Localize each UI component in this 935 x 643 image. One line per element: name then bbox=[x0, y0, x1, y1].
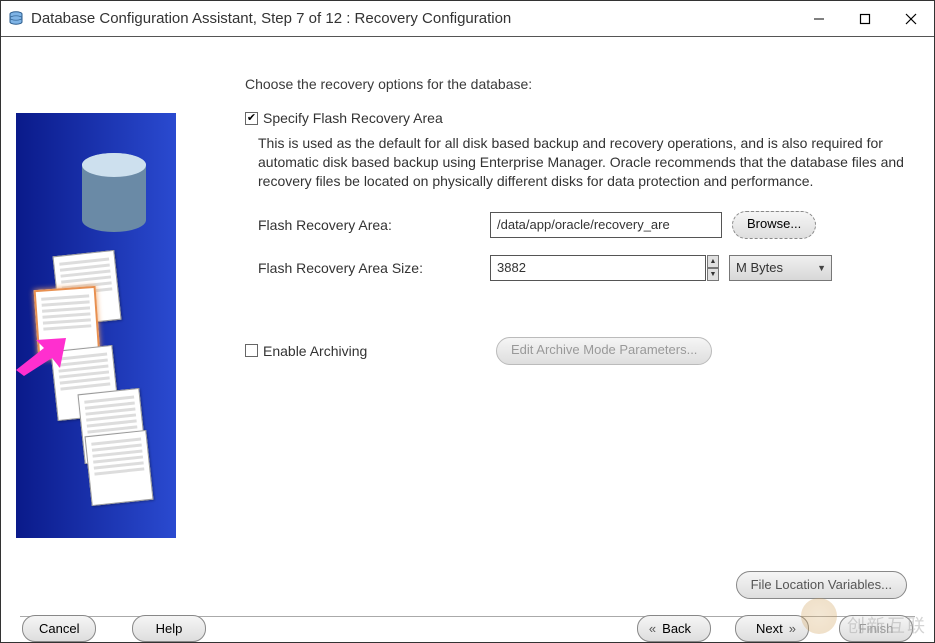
size-spin-up[interactable]: ▲ bbox=[707, 255, 719, 268]
finish-button[interactable]: Finish bbox=[839, 615, 913, 642]
chevron-left-icon: « bbox=[649, 621, 656, 636]
flash-recovery-size-label: Flash Recovery Area Size: bbox=[258, 260, 490, 276]
enable-archiving-row: Enable Archiving Edit Archive Mode Param… bbox=[245, 337, 908, 365]
flash-recovery-description: This is used as the default for all disk… bbox=[258, 134, 908, 191]
next-button[interactable]: Next » bbox=[735, 615, 809, 642]
window-controls bbox=[796, 4, 934, 34]
back-button[interactable]: « Back bbox=[637, 615, 711, 642]
browse-button[interactable]: Browse... bbox=[732, 211, 816, 239]
enable-archiving-label: Enable Archiving bbox=[263, 343, 496, 359]
window-title: Database Configuration Assistant, Step 7… bbox=[31, 10, 511, 27]
next-label: Next bbox=[756, 621, 783, 636]
close-button[interactable] bbox=[888, 4, 934, 34]
sidebar-illustration bbox=[16, 113, 176, 538]
enable-archiving-checkbox[interactable] bbox=[245, 344, 258, 357]
arrow-icon bbox=[16, 338, 66, 376]
flash-recovery-size-input[interactable] bbox=[490, 255, 706, 281]
app-icon bbox=[7, 9, 25, 29]
specify-flash-recovery-label: Specify Flash Recovery Area bbox=[263, 110, 443, 126]
window: Database Configuration Assistant, Step 7… bbox=[0, 0, 935, 643]
minimize-button[interactable] bbox=[796, 4, 842, 34]
chevron-down-icon: ▼ bbox=[817, 263, 826, 273]
page-heading: Choose the recovery options for the data… bbox=[245, 76, 908, 92]
size-unit-value: M Bytes bbox=[736, 260, 783, 275]
size-unit-combo[interactable]: M Bytes ▼ bbox=[729, 255, 832, 281]
help-button[interactable]: Help bbox=[132, 615, 206, 642]
footer: Cancel Help « Back Next » Finish bbox=[2, 610, 933, 642]
file-location-variables-button[interactable]: File Location Variables... bbox=[736, 571, 907, 599]
chevron-right-icon: » bbox=[789, 621, 796, 636]
specify-flash-recovery-row: ✔ Specify Flash Recovery Area bbox=[245, 110, 908, 126]
page-icon bbox=[85, 430, 154, 506]
specify-flash-recovery-checkbox[interactable]: ✔ bbox=[245, 112, 258, 125]
edit-archive-mode-button[interactable]: Edit Archive Mode Parameters... bbox=[496, 337, 712, 365]
flash-recovery-area-input[interactable] bbox=[490, 212, 722, 238]
back-label: Back bbox=[662, 621, 691, 636]
main-panel: Choose the recovery options for the data… bbox=[245, 76, 908, 369]
maximize-button[interactable] bbox=[842, 4, 888, 34]
size-spin-down[interactable]: ▼ bbox=[707, 268, 719, 281]
database-icon bbox=[74, 151, 154, 251]
cancel-button[interactable]: Cancel bbox=[22, 615, 96, 642]
titlebar: Database Configuration Assistant, Step 7… bbox=[1, 1, 934, 37]
flash-recovery-area-label: Flash Recovery Area: bbox=[258, 217, 490, 233]
flash-recovery-area-row: Flash Recovery Area: Browse... bbox=[258, 211, 908, 239]
flash-recovery-size-row: Flash Recovery Area Size: ▲ ▼ M Bytes ▼ bbox=[258, 255, 908, 281]
